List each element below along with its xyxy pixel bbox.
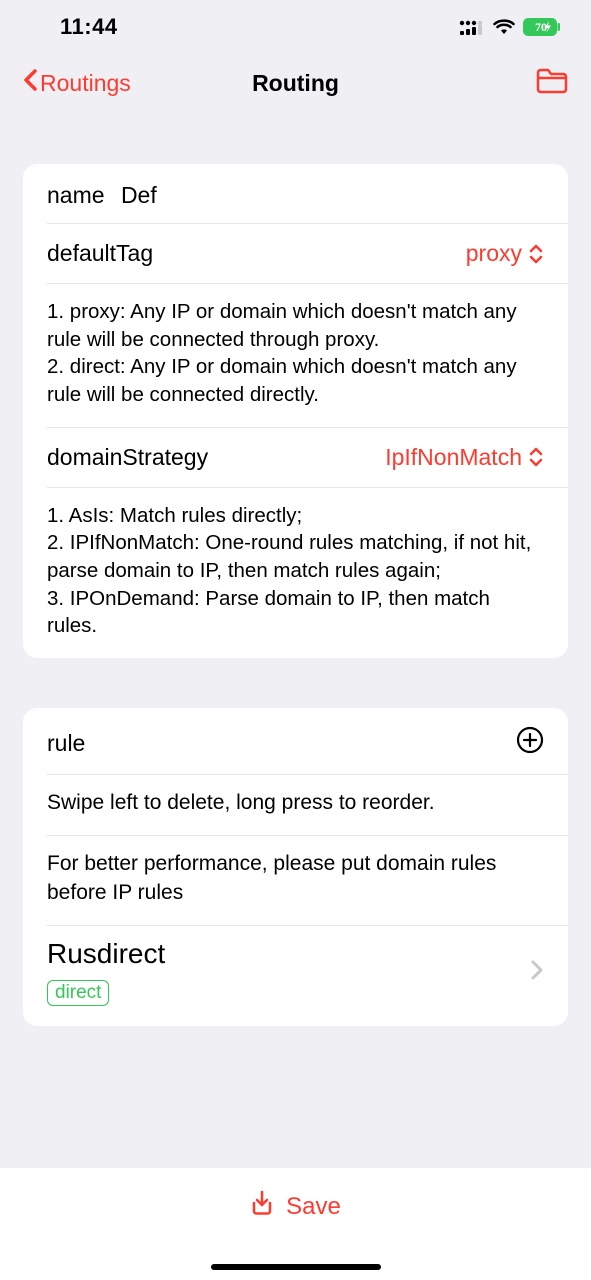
download-icon (250, 1190, 274, 1223)
chevron-up-down-icon (528, 447, 544, 467)
folder-icon (535, 67, 569, 95)
default-tag-description: 1. proxy: Any IP or domain which doesn't… (23, 284, 568, 427)
name-label: name (47, 182, 105, 208)
default-tag-value: proxy (466, 240, 544, 267)
add-rule-button[interactable] (516, 726, 544, 760)
rule-item-tag: direct (47, 980, 109, 1006)
back-button[interactable]: Routings (22, 68, 131, 98)
default-tag-label: defaultTag (47, 240, 153, 267)
rules-section: rule Swipe left to delete, long press to… (23, 708, 568, 1026)
battery-icon: 70 (523, 18, 561, 36)
status-time: 11:44 (32, 14, 118, 40)
domain-strategy-value: IpIfNonMatch (385, 444, 544, 471)
plus-circle-icon (516, 726, 544, 754)
domain-strategy-label: domainStrategy (47, 444, 208, 471)
rule-item[interactable]: Rusdirect direct (23, 926, 568, 1026)
rule-header-label: rule (47, 730, 85, 757)
folder-button[interactable] (535, 67, 569, 100)
rule-hint-performance: For better performance, please put domai… (23, 836, 568, 925)
back-label: Routings (40, 70, 131, 97)
status-right: 70 (459, 18, 561, 36)
chevron-up-down-icon (528, 244, 544, 264)
home-indicator (211, 1264, 381, 1270)
status-bar: 11:44 70 (0, 0, 591, 54)
name-row[interactable]: name Def (23, 164, 568, 223)
default-tag-row[interactable]: defaultTag proxy (23, 224, 568, 283)
bottom-toolbar: Save (0, 1168, 591, 1280)
chevron-left-icon (22, 68, 38, 98)
name-value: Def (121, 182, 157, 208)
chevron-right-icon (530, 959, 544, 986)
save-button[interactable]: Save (250, 1190, 341, 1223)
rule-item-title: Rusdirect (47, 938, 165, 970)
routing-form-section: name Def defaultTag proxy 1. proxy: Any … (23, 164, 568, 658)
domain-strategy-row[interactable]: domainStrategy IpIfNonMatch (23, 428, 568, 487)
domain-strategy-description: 1. AsIs: Match rules directly; 2. IPIfNo… (23, 488, 568, 658)
save-label: Save (286, 1193, 341, 1221)
battery-text: 70 (535, 20, 547, 34)
cellular-signal-icon (459, 19, 485, 35)
wifi-icon (493, 19, 515, 35)
rule-hint-swipe: Swipe left to delete, long press to reor… (23, 775, 568, 835)
nav-bar: Routings Routing (0, 54, 591, 112)
